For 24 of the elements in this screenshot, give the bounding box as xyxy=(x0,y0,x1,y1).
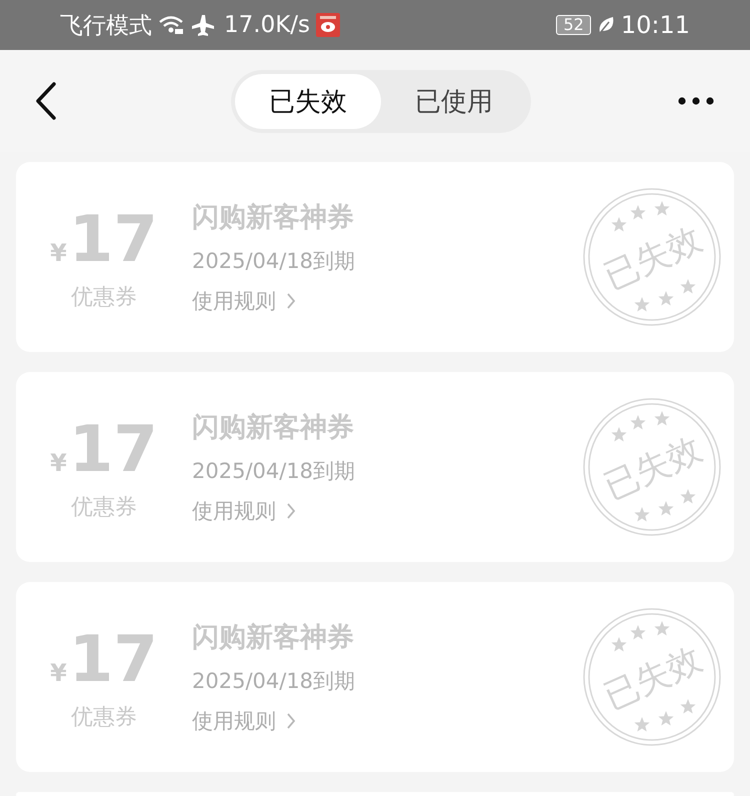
airplane-icon xyxy=(192,13,216,37)
airplane-mode-label: 飞行模式 xyxy=(60,12,152,40)
expiry-date: 2025/04/18到期 xyxy=(192,458,356,485)
app-notification-icon xyxy=(316,13,340,37)
chevron-icon xyxy=(286,292,296,310)
leaf-icon xyxy=(596,15,615,35)
usage-rules-link[interactable]: 使用规则 xyxy=(192,707,582,735)
more-button[interactable] xyxy=(678,97,714,105)
tab[interactable]: 已失效 xyxy=(235,74,381,128)
clock: 10:11 xyxy=(620,11,690,39)
tab[interactable]: 已使用 xyxy=(381,74,527,128)
network-speed: 17.0K/s xyxy=(224,12,310,38)
currency-symbol: ¥ xyxy=(50,239,67,267)
currency-symbol: ¥ xyxy=(50,449,67,477)
expiry-date: 2025/04/18到期 xyxy=(192,668,356,695)
chevron-icon xyxy=(286,712,296,730)
currency-symbol: ¥ xyxy=(50,659,67,687)
usage-rules-link[interactable]: 使用规则 xyxy=(192,497,582,525)
usage-rules-link[interactable]: 使用规则 xyxy=(192,287,582,315)
back-button[interactable] xyxy=(34,82,58,120)
expiry-date: 2025/04/18到期 xyxy=(192,248,356,275)
battery-indicator: 52 xyxy=(556,15,591,35)
wifi-icon xyxy=(158,14,184,36)
chevron-icon xyxy=(286,502,296,520)
